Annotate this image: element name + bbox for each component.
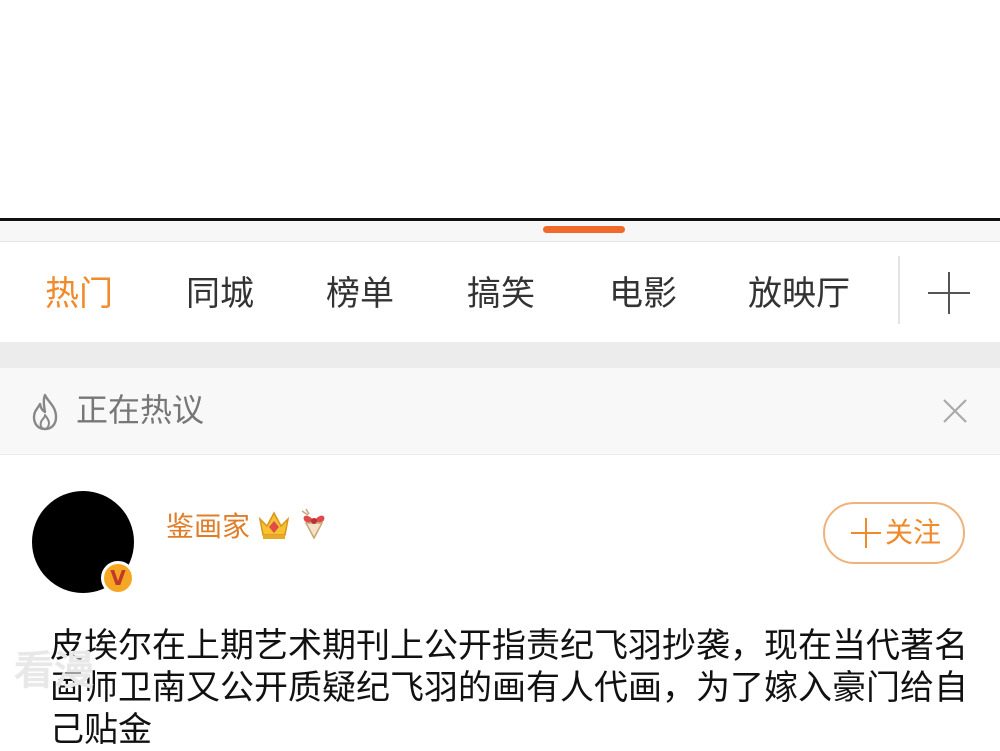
add-channel-plus-icon[interactable] bbox=[928, 272, 970, 314]
tab-local[interactable]: 同城 bbox=[186, 272, 254, 316]
hot-topic-label: 正在热议 bbox=[76, 391, 205, 429]
post-card: V 鉴画家 关注 皮埃尔在上期艺术期刊上公开指责纪飞羽抄袭，现在当代著名画师卫南… bbox=[0, 455, 1000, 750]
hot-topic-bar[interactable]: 正在热议 bbox=[0, 368, 1000, 455]
panel-drag-strip[interactable] bbox=[0, 221, 1000, 242]
follow-label: 关注 bbox=[885, 516, 942, 549]
drag-handle[interactable] bbox=[543, 226, 625, 233]
tab-hot[interactable]: 热门 bbox=[45, 272, 113, 316]
tab-ranking[interactable]: 榜单 bbox=[326, 272, 394, 316]
follow-button[interactable]: 关注 bbox=[823, 502, 965, 564]
verified-v-icon: V bbox=[101, 561, 135, 595]
plus-icon bbox=[851, 518, 881, 548]
tab-funny[interactable]: 搞笑 bbox=[467, 272, 535, 316]
post-username[interactable]: 鉴画家 bbox=[166, 507, 250, 547]
tab-screening-hall[interactable]: 放映厅 bbox=[748, 272, 850, 316]
post-content: 皮埃尔在上期艺术期刊上公开指责纪飞羽抄袭，现在当代著名画师卫南又公开质疑纪飞羽的… bbox=[50, 626, 968, 750]
fire-icon bbox=[32, 393, 58, 431]
close-icon[interactable] bbox=[938, 394, 972, 428]
channel-tab-bar: 热门 同城 榜单 搞笑 电影 放映厅 bbox=[0, 242, 1000, 342]
tab-divider bbox=[898, 256, 900, 324]
crown-icon bbox=[258, 511, 290, 539]
watermark-text: 看漫 bbox=[14, 648, 94, 694]
section-gap bbox=[0, 342, 1000, 368]
tab-movie[interactable]: 电影 bbox=[609, 272, 677, 316]
top-blank-area bbox=[0, 0, 1000, 218]
gift-icon bbox=[301, 508, 325, 540]
